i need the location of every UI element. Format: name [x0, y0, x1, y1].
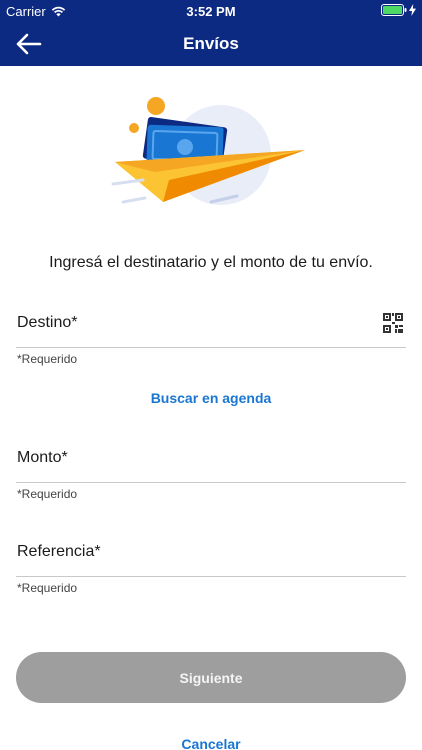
charging-bolt-icon	[409, 4, 416, 16]
page-title: Envíos	[183, 34, 239, 53]
monto-helper: *Requerido	[17, 487, 78, 501]
battery-icon	[381, 4, 407, 16]
referencia-label: Referencia*	[17, 543, 101, 560]
paper-plane-money-illustration	[111, 97, 305, 205]
monto-field[interactable]: Monto*	[16, 439, 406, 483]
top-bar: Carrier 3:52 PM Envíos	[0, 0, 422, 66]
intro-text: Ingresá el destinatario y el monto de tu…	[49, 254, 373, 271]
destino-field[interactable]: Destino*	[16, 304, 406, 348]
nav-bar: Envíos	[0, 22, 422, 66]
status-bar: Carrier 3:52 PM	[0, 0, 422, 22]
monto-label: Monto*	[17, 449, 68, 466]
cancelar-button[interactable]: Cancelar	[0, 736, 422, 750]
battery-group	[381, 4, 416, 16]
buscar-en-agenda-link[interactable]: Buscar en agenda	[0, 390, 422, 406]
siguiente-button[interactable]: Siguiente	[16, 652, 406, 703]
clock: 3:52 PM	[186, 4, 236, 19]
qr-code-icon[interactable]	[383, 313, 403, 333]
destino-helper: *Requerido	[17, 352, 78, 366]
destino-label: Destino*	[17, 314, 78, 331]
referencia-field[interactable]: Referencia*	[16, 533, 406, 577]
referencia-helper: *Requerido	[17, 581, 78, 595]
